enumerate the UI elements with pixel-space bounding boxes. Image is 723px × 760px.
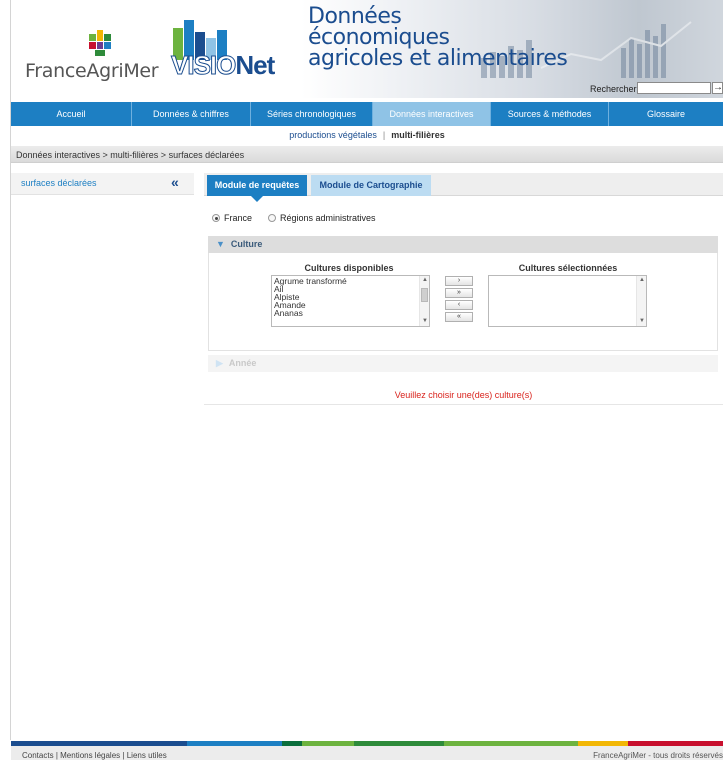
annee-section-header[interactable]: ▶ Année — [208, 355, 718, 372]
available-option[interactable]: Agrume transformé — [272, 277, 429, 286]
scope-selector: France Régions administratives — [212, 213, 392, 223]
annee-heading: Année — [228, 358, 257, 368]
nav-item-accueil[interactable]: Accueil — [11, 102, 132, 126]
transfer-buttons: › » ‹ « — [445, 276, 473, 324]
expanded-triangle-icon: ▼ — [216, 239, 225, 249]
site-title-line2: économiques — [308, 25, 450, 50]
footer-links: Contacts | Mentions légales | Liens util… — [22, 751, 167, 760]
culture-heading: Culture — [230, 239, 263, 249]
collapsed-triangle-icon: ▶ — [216, 358, 223, 368]
page: FranceAgriMer VISIONet Données économiqu… — [0, 0, 723, 760]
add-selected-button[interactable]: › — [445, 276, 473, 286]
france-label: France — [224, 213, 253, 223]
site-header: FranceAgriMer VISIONet Données économiqu… — [11, 0, 723, 98]
visionet-logo-text: VISIONet — [170, 50, 275, 81]
scroll-up-arrow-icon[interactable]: ▲ — [637, 276, 646, 285]
visionet-logo-net: Net — [235, 50, 275, 80]
module-tabs: Module de requêtes Module de Cartographi… — [204, 173, 723, 202]
footer-separator: | — [122, 751, 125, 760]
selected-cultures-scrollbar[interactable]: ▲ ▼ — [636, 276, 646, 326]
footer-copyright: FranceAgriMer - tous droits réservés — [593, 751, 723, 760]
scrollbar-thumb[interactable] — [421, 288, 428, 302]
panel-bottom-rule — [204, 404, 723, 405]
subnav-separator: | — [382, 130, 386, 140]
nav-item-series-chronologiques[interactable]: Séries chronologiques — [251, 102, 373, 126]
scroll-down-arrow-icon[interactable]: ▼ — [420, 317, 429, 326]
site-title-line1: Données — [308, 4, 402, 29]
sidebar-item-surfaces-declarees[interactable]: surfaces déclarées — [21, 178, 97, 188]
scroll-up-arrow-icon[interactable]: ▲ — [420, 276, 429, 285]
site-title-line3: agricoles et alimentaires — [308, 46, 568, 71]
available-cultures-scrollbar[interactable]: ▲ ▼ — [419, 276, 429, 326]
footer-link-mentions-legales[interactable]: Mentions légales — [60, 751, 120, 760]
query-panel: Module de requêtes Module de Cartographi… — [204, 173, 723, 406]
add-all-button[interactable]: » — [445, 288, 473, 298]
sub-nav: productions végétales | multi-filières — [11, 130, 723, 144]
selected-cultures-options — [489, 276, 646, 277]
sidebar: surfaces déclarées « — [11, 173, 194, 195]
visionet-logo[interactable]: VISIONet — [170, 20, 281, 84]
subnav-multi-filieres[interactable]: multi-filières — [391, 130, 445, 140]
franceagrimer-logo-text: FranceAgriMer — [25, 60, 159, 82]
remove-all-button[interactable]: « — [445, 312, 473, 322]
tab-module-requetes[interactable]: Module de requêtes — [207, 175, 307, 202]
nav-item-sources-methodes[interactable]: Sources & méthodes — [491, 102, 609, 126]
footer-link-contacts[interactable]: Contacts — [22, 751, 54, 760]
site-footer: Contacts | Mentions légales | Liens util… — [11, 746, 723, 760]
scope-option-regions[interactable]: Régions administratives — [268, 213, 376, 223]
nav-item-donnees-interactives[interactable]: Données interactives — [373, 102, 491, 126]
available-option[interactable]: Ananas — [272, 309, 429, 318]
breadcrumb-bar: Données interactives > multi-filières > … — [11, 146, 723, 163]
search-submit-arrow-icon[interactable]: → — [712, 82, 723, 94]
available-cultures-title: Cultures disponibles — [304, 263, 394, 273]
footer-link-liens-utiles[interactable]: Liens utiles — [127, 751, 167, 760]
collapse-sidebar-icon[interactable]: « — [171, 175, 179, 189]
scroll-down-arrow-icon[interactable]: ▼ — [637, 317, 646, 326]
available-cultures-options: Agrume transformé Ail Alpiste Amande Ananas — [272, 276, 429, 318]
main-nav: Accueil Données & chiffres Séries chrono… — [11, 102, 723, 126]
nav-item-glossaire[interactable]: Glossaire — [609, 102, 723, 126]
regions-radio[interactable] — [268, 214, 277, 222]
selected-cultures-title: Cultures sélectionnées — [518, 263, 618, 273]
franceagrimer-logo[interactable]: FranceAgriMer — [25, 30, 159, 85]
culture-section-header[interactable]: ▼ Culture — [208, 236, 718, 253]
subnav-productions-vegetales[interactable]: productions végétales — [289, 130, 377, 140]
selected-cultures-listbox[interactable]: ▲ ▼ — [488, 275, 647, 327]
footer-separator: | — [55, 751, 58, 760]
remove-selected-button[interactable]: ‹ — [445, 300, 473, 310]
nav-item-donnees-chiffres[interactable]: Données & chiffres — [132, 102, 251, 126]
france-radio[interactable] — [212, 214, 220, 222]
search-label: Rechercher — [590, 84, 637, 94]
visionet-logo-visio: VISIO — [170, 50, 236, 81]
franceagrimer-mark-icon — [89, 30, 111, 56]
scope-option-france[interactable]: France — [212, 213, 252, 223]
available-cultures-listbox[interactable]: Agrume transformé Ail Alpiste Amande Ananas … — [271, 275, 430, 327]
culture-section-body: Cultures disponibles Cultures sélectionn… — [208, 253, 718, 351]
tab-module-cartographie[interactable]: Module de Cartographie — [311, 175, 431, 196]
regions-label: Régions administratives — [280, 213, 376, 223]
validation-warning: Veuillez choisir une(des) culture(s) — [394, 390, 533, 400]
site-title: Données économiques agricoles et aliment… — [308, 4, 568, 71]
breadcrumb: Données interactives > multi-filières > … — [16, 150, 245, 160]
search-input[interactable] — [637, 82, 711, 94]
